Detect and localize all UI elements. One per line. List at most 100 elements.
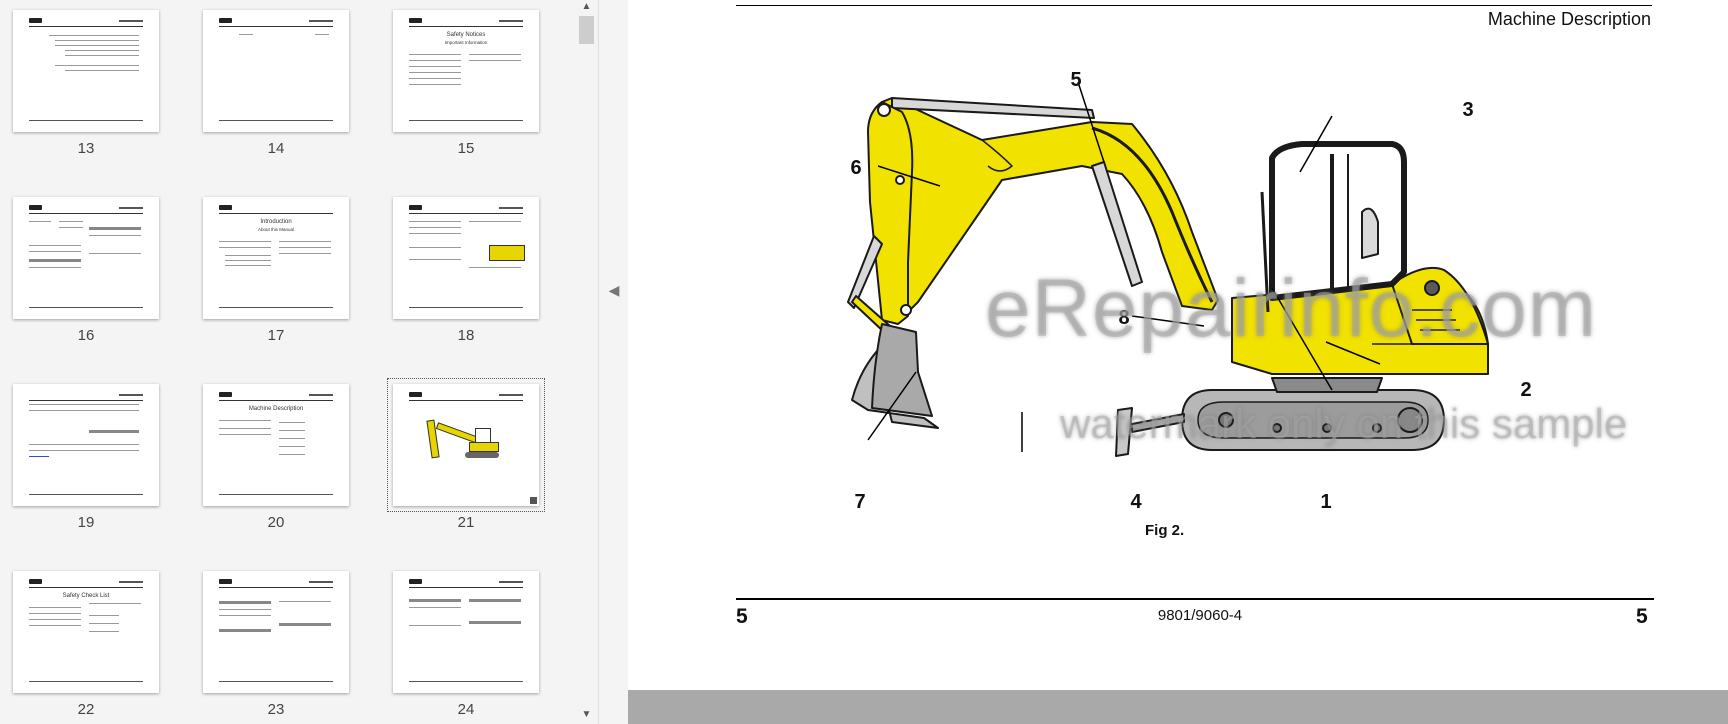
selected-indicator (530, 497, 537, 504)
thumbnail-page[interactable] (203, 571, 349, 693)
thumb-text-line (409, 72, 461, 73)
thumb-title: Safety Notices (446, 32, 486, 38)
thumb-text-line (225, 265, 271, 266)
thumb-warning-bar (89, 227, 141, 230)
callout-1: 1 (1320, 491, 1331, 513)
thumb-footer-rule (219, 494, 333, 495)
thumb-header-text (499, 207, 523, 209)
thumbnail-page[interactable]: Machine Description (203, 384, 349, 506)
thumb-text-line (409, 54, 461, 55)
thumb-rule (219, 26, 333, 27)
thumb-title: Introduction (260, 219, 292, 225)
thumb-text-line (29, 613, 81, 614)
thumb-rule (29, 213, 143, 214)
thumb-text-line (29, 450, 139, 451)
footer-rule (736, 598, 1654, 600)
thumb-text-line (29, 619, 81, 620)
thumbnail-page[interactable] (393, 571, 539, 693)
thumb-text-line (469, 267, 521, 268)
thumb-header-text (119, 581, 143, 583)
thumb-text-line (65, 70, 139, 71)
thumbnail-page[interactable] (13, 197, 159, 319)
thumbnail-scrollbar[interactable]: ▲ ▼ (576, 0, 597, 724)
callout-2: 2 (1520, 379, 1531, 401)
arm (867, 101, 914, 325)
thumb-rule (29, 587, 143, 588)
thumbnail-page[interactable]: Safety Notices Important Information (393, 10, 539, 132)
thumb-text-line (279, 446, 305, 447)
chevron-left-icon[interactable]: ◀ (607, 280, 621, 300)
thumb-footer-rule (219, 307, 333, 308)
thumb-footer-rule (29, 494, 143, 495)
thumbnail-page[interactable] (393, 197, 539, 319)
logo-mark (409, 579, 422, 584)
thumb-text-line (239, 34, 253, 35)
thumbnail-label: 14 (267, 140, 285, 157)
thumbnail-page[interactable]: Safety Check List (13, 571, 159, 693)
chevron-down-icon[interactable]: ▼ (576, 708, 597, 722)
logo-mark (219, 579, 232, 584)
thumb-text-line (29, 607, 81, 608)
scrollbar-thumb[interactable] (579, 16, 594, 44)
thumb-text-line (29, 245, 81, 246)
thumb-header-text (119, 20, 143, 22)
thumbnail-page[interactable] (203, 10, 349, 132)
thumb-text-line (219, 241, 271, 242)
thumb-text-line (29, 625, 81, 626)
thumb-rule (409, 213, 523, 214)
thumb-text-line (89, 235, 141, 236)
thumb-text-line (55, 65, 139, 66)
thumb-text-line (225, 255, 271, 256)
thumb-text-line (89, 623, 119, 624)
chevron-up-icon[interactable]: ▲ (576, 0, 597, 14)
thumb-mini-excavator (425, 419, 503, 462)
callout-7: 7 (854, 491, 865, 513)
thumb-text-line (409, 259, 461, 260)
thumb-text-line (59, 221, 83, 222)
thumbnail-label: 13 (77, 140, 95, 157)
callout-6: 6 (850, 157, 861, 179)
thumb-text-line (409, 84, 461, 85)
page-number-right: 5 (1636, 605, 1648, 628)
pane-splitter[interactable]: ◀ (598, 0, 629, 724)
thumbnail-label: 15 (457, 140, 475, 157)
thumb-rule (219, 213, 333, 214)
page-title: Machine Description (1487, 9, 1651, 29)
thumb-text-line (89, 253, 141, 254)
thumb-text-line (279, 438, 305, 439)
thumb-text-line (469, 54, 521, 55)
thumb-text-line (279, 601, 331, 602)
thumbnail-page[interactable] (13, 10, 159, 132)
thumbnail-page[interactable] (13, 384, 159, 506)
logo-mark (409, 18, 422, 23)
thumb-text-line (219, 609, 271, 610)
thumb-text-line (409, 233, 461, 234)
thumb-text-line (219, 420, 271, 421)
viewer-bottom-bar (628, 690, 1728, 724)
thumb-text-line (29, 221, 51, 222)
thumb-text-line (409, 60, 461, 61)
thumb-text-line (49, 35, 139, 36)
logo-mark (219, 205, 232, 210)
thumb-text-line (89, 631, 119, 632)
thumb-rule (219, 400, 333, 401)
thumb-text-line (89, 615, 119, 616)
thumb-warning-bar (219, 601, 271, 604)
thumb-warning-bar (29, 259, 81, 262)
figure-caption: Fig 2. (1145, 522, 1185, 539)
thumb-text-line (469, 60, 521, 61)
thumb-footer-rule (409, 307, 523, 308)
logo-mark (29, 18, 42, 23)
thumbnail-page-selected[interactable] (387, 378, 545, 512)
thumb-text-line (29, 444, 139, 445)
thumb-text-line (469, 221, 521, 222)
thumb-footer-rule (29, 307, 143, 308)
thumb-text-line (89, 603, 141, 604)
thumbnail-page[interactable]: Introduction About this Manual (203, 197, 349, 319)
thumb-warning-bar (469, 621, 521, 624)
thumb-rule (409, 26, 523, 27)
thumb-text-line (65, 55, 139, 56)
thumbnail-pane[interactable]: 13 14 Safety Notices Important Informati… (0, 0, 597, 724)
thumb-text-line (409, 221, 461, 222)
logo-mark (409, 392, 422, 397)
